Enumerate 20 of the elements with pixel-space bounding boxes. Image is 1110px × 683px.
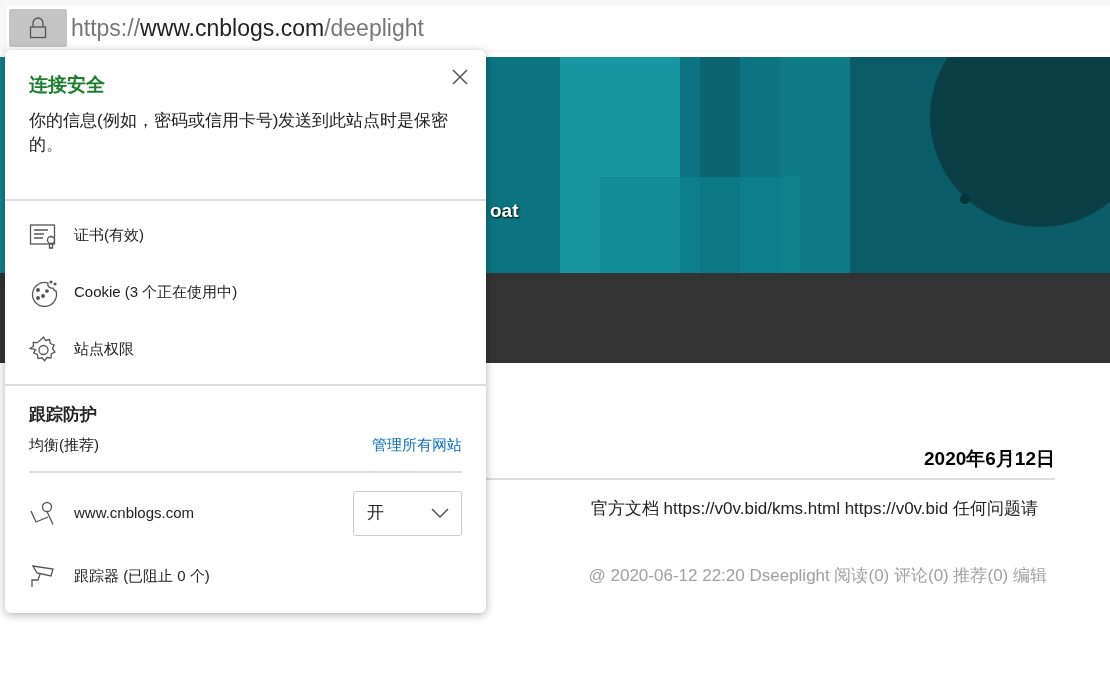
popup-title: 连接安全: [29, 74, 106, 97]
certificate-icon: [29, 221, 58, 250]
menu-item[interactable]: 站点权限: [5, 321, 486, 378]
cookie-icon: [29, 278, 58, 307]
chevron-down-icon: [431, 508, 449, 518]
section-heading: 跟踪防护: [29, 404, 98, 426]
post-summary: 官方文档 https://v0v.bid/kms.html https://v0v.bid 任何问题请: [590, 497, 1038, 520]
lock-icon: [29, 17, 47, 39]
menu-item[interactable]: 跟踪器 (已阻止 0 个): [29, 553, 462, 599]
settings-icon: [29, 335, 58, 364]
menu-item[interactable]: Cookie (3 个正在使用中): [5, 264, 486, 321]
toggle-dropdown[interactable]: 开: [353, 490, 462, 536]
post-meta: @ 2020-06-12 22:20 Dseeplight 阅读(0) 评论(0) 推荐(0) 编辑: [588, 565, 1047, 587]
popup-description: 你的信息(例如，密码或信用卡号)发送到此站点时是保密的。: [29, 109, 450, 156]
protection-level: 均衡(推荐): [29, 434, 99, 455]
lock-button[interactable]: [9, 9, 67, 47]
menu-item[interactable]: 证书(有效): [5, 207, 486, 264]
banner-title: oat: [490, 199, 519, 223]
site-name: www.cnblogs.com: [74, 502, 195, 523]
close-icon: [452, 68, 468, 85]
